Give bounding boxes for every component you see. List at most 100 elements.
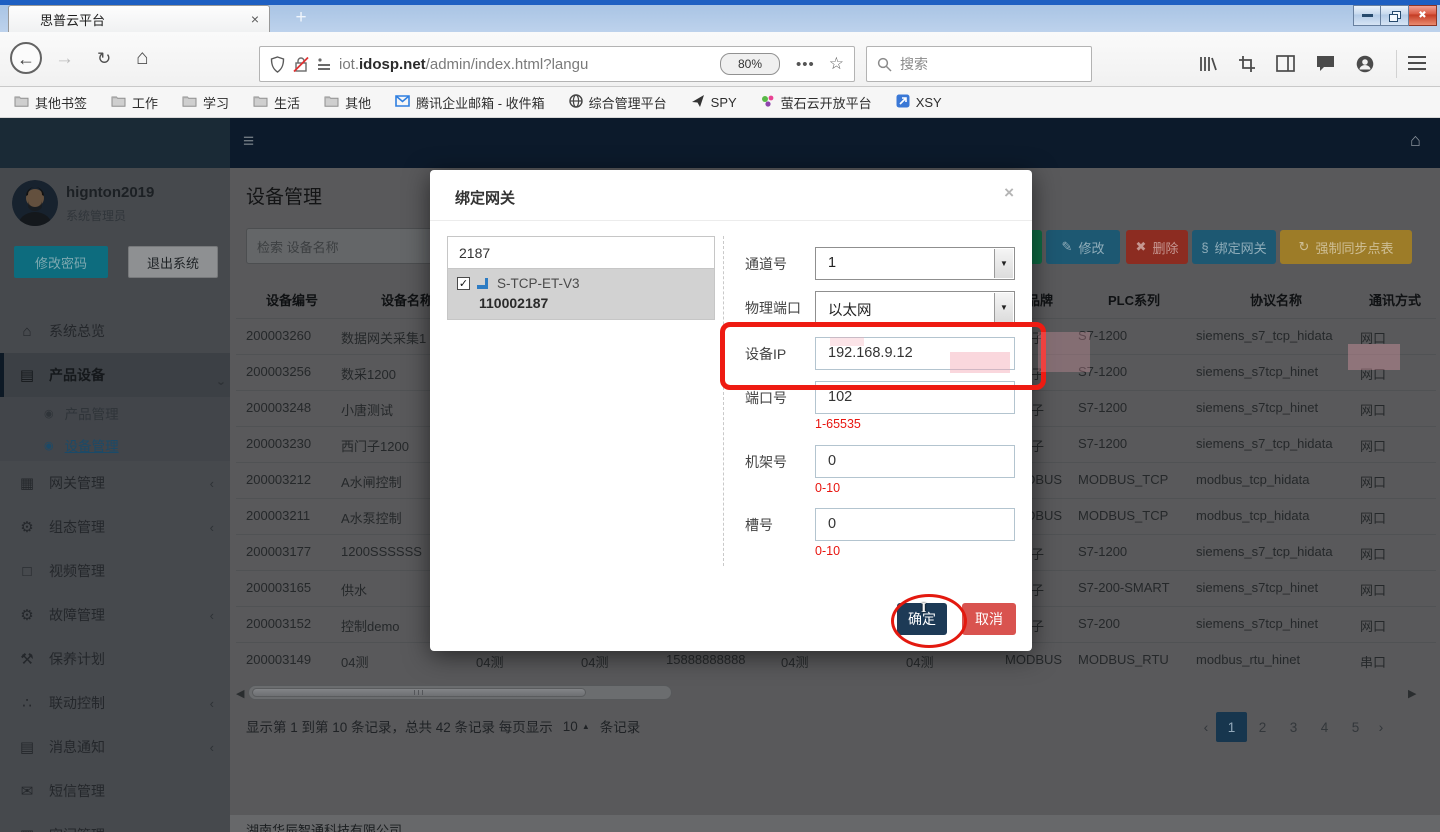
fault-mgmt-icon: ⚙: [18, 606, 36, 624]
rack-number-input[interactable]: 0: [815, 445, 1015, 478]
bookmark-item-misc[interactable]: 其他: [324, 93, 371, 112]
slot-range-hint: 0-10: [815, 544, 840, 558]
forward-button[interactable]: →: [55, 48, 74, 70]
prev-page-button[interactable]: ‹: [1196, 719, 1216, 735]
back-button[interactable]: ←: [10, 42, 42, 74]
bookmark-item-study[interactable]: 学习: [182, 93, 229, 112]
shield-icon[interactable]: [270, 56, 285, 73]
column-header-id[interactable]: 设备编号: [246, 290, 338, 309]
bookmark-item-tencent-mail[interactable]: 腾讯企业邮箱 - 收件箱: [395, 93, 545, 112]
physical-port-select[interactable]: 以太网 ▼: [815, 291, 1015, 324]
app-home-icon[interactable]: ⌂: [1410, 130, 1421, 151]
gateway-search-input[interactable]: 2187: [448, 237, 714, 269]
gateway-checkbox[interactable]: ✓: [457, 277, 470, 290]
force-sync-button[interactable]: ↻强制同步点表: [1280, 230, 1412, 264]
browser-search-box[interactable]: 搜索: [866, 46, 1092, 82]
browser-home-button[interactable]: ⌂: [136, 46, 149, 70]
page-button-3[interactable]: 3: [1278, 712, 1309, 742]
page-actions-icon[interactable]: •••: [796, 56, 815, 73]
sidebar-item-maintenance-plan[interactable]: ⚒保养计划: [0, 637, 230, 681]
column-header-protocol[interactable]: 协议名称: [1196, 290, 1356, 309]
delete-button[interactable]: ✖删除: [1126, 230, 1188, 264]
sidebar-item-space-mgmt[interactable]: ▦空间管理: [0, 813, 230, 832]
cell-protocol: siemens_s7tcp_hinet: [1196, 364, 1318, 379]
slot-number-input[interactable]: 0: [815, 508, 1015, 541]
insecure-lock-icon[interactable]: [293, 56, 309, 73]
messages-icon[interactable]: [1316, 55, 1335, 72]
modal-close-icon[interactable]: ×: [1004, 183, 1014, 203]
sidebar-item-config-mgmt[interactable]: ⚙组态管理‹: [0, 505, 230, 549]
sidebars-icon[interactable]: [1276, 55, 1295, 72]
gateway-tree-node[interactable]: ✓ S-TCP-ET-V3 110002187: [448, 269, 714, 319]
sidebar-item-video-mgmt[interactable]: □视频管理: [0, 549, 230, 593]
select-arrow-button[interactable]: ▼: [994, 249, 1013, 278]
page-button-2[interactable]: 2: [1247, 712, 1278, 742]
bookmark-item-ezviz[interactable]: 萤石云开放平台: [761, 93, 872, 112]
browser-tab[interactable]: 思普云平台 ×: [8, 5, 270, 32]
page-button-1[interactable]: 1: [1216, 712, 1247, 742]
select-arrow-button[interactable]: ▼: [994, 293, 1013, 322]
cell-id: 200003248: [246, 400, 311, 415]
library-icon[interactable]: [1198, 55, 1218, 73]
sidebar-item-overview[interactable]: ⌂系统总览: [0, 309, 230, 353]
page-button-4[interactable]: 4: [1309, 712, 1340, 742]
reload-button[interactable]: ↻: [97, 49, 111, 69]
mgmt-platform-icon: [569, 94, 583, 111]
scroll-right-icon[interactable]: ▶: [1408, 687, 1416, 700]
bookmark-star-icon[interactable]: ☆: [829, 54, 844, 74]
sidebar-item-sms-mgmt[interactable]: ✉短信管理: [0, 769, 230, 813]
cell-comm: 网口: [1360, 472, 1386, 491]
cancel-button[interactable]: 取消: [962, 603, 1016, 635]
column-header-plc[interactable]: PLC系列: [1078, 290, 1190, 309]
folder-icon: [14, 95, 29, 110]
sidebar-toggle-icon[interactable]: ≡: [243, 131, 254, 153]
bookmark-item-other-bookmarks[interactable]: 其他书签: [14, 93, 87, 112]
video-mgmt-icon: □: [18, 563, 36, 580]
device-search-input[interactable]: 检索 设备名称: [246, 228, 442, 264]
bookmarks-bar: 其他书签 工作 学习 生活 其他 腾讯企业邮箱 - 收件箱 综合管理平台 SPY 萤石云开放平台…: [0, 87, 1440, 118]
screenshot-icon[interactable]: [1238, 55, 1256, 73]
logout-button[interactable]: 退出系统: [128, 246, 218, 278]
account-icon[interactable]: [1356, 55, 1374, 73]
sidebar-item-product-device[interactable]: ▤产品设备‹: [0, 353, 230, 397]
menu-icon[interactable]: [1408, 56, 1426, 74]
cell-comm: 网口: [1360, 508, 1386, 527]
column-header-comm[interactable]: 通讯方式: [1360, 290, 1430, 309]
avatar[interactable]: [12, 180, 58, 226]
page-button-5[interactable]: 5: [1340, 712, 1371, 742]
bookmark-item-xsy[interactable]: XSY: [896, 94, 942, 111]
sidebar-item-gateway-mgmt[interactable]: ▦网关管理‹: [0, 461, 230, 505]
window-minimize-button[interactable]: [1353, 5, 1381, 26]
bind-gateway-button[interactable]: §绑定网关: [1192, 230, 1276, 264]
permissions-icon[interactable]: [317, 57, 331, 71]
scroll-left-icon[interactable]: ◀: [236, 687, 244, 700]
new-tab-button[interactable]: +: [288, 7, 314, 29]
sidebar-subitem-product-mgmt[interactable]: ◉产品管理: [0, 397, 230, 429]
bookmark-item-spy[interactable]: SPY: [691, 94, 737, 111]
bookmark-item-life[interactable]: 生活: [253, 93, 300, 112]
channel-select[interactable]: 1 ▼: [815, 247, 1015, 280]
window-close-button[interactable]: ✖: [1409, 5, 1437, 26]
change-password-button[interactable]: 修改密码: [14, 246, 108, 278]
close-icon: ✖: [1418, 10, 1426, 21]
url-bar[interactable]: iot.idosp.net/admin/index.html?langu 80%…: [259, 46, 855, 82]
tab-close-icon[interactable]: ×: [251, 12, 259, 26]
annotation-pink-smudge: [1348, 344, 1400, 370]
zoom-level-badge[interactable]: 80%: [720, 53, 780, 75]
cell-comm: 串口: [1360, 652, 1386, 671]
scrollbar-thumb[interactable]: [252, 688, 586, 697]
horizontal-scrollbar[interactable]: [248, 685, 672, 700]
sidebar-subitem-device-mgmt[interactable]: ◉设备管理: [0, 429, 230, 461]
search-icon: [877, 57, 892, 72]
edit-button[interactable]: ✎修改: [1046, 230, 1120, 264]
cell-name: 数采1200: [341, 364, 396, 383]
bookmark-item-work[interactable]: 工作: [111, 93, 158, 112]
page-size-select[interactable]: 10▲: [563, 719, 590, 734]
window-restore-button[interactable]: [1381, 5, 1409, 26]
sidebar-item-message-notice[interactable]: ▤消息通知‹: [0, 725, 230, 769]
next-page-button[interactable]: ›: [1371, 719, 1391, 735]
bookmark-item-mgmt-platform[interactable]: 综合管理平台: [569, 93, 667, 112]
sidebar-item-fault-mgmt[interactable]: ⚙故障管理‹: [0, 593, 230, 637]
text-cursor: I: [921, 601, 926, 617]
sidebar-item-linkage-control[interactable]: ∴联动控制‹: [0, 681, 230, 725]
